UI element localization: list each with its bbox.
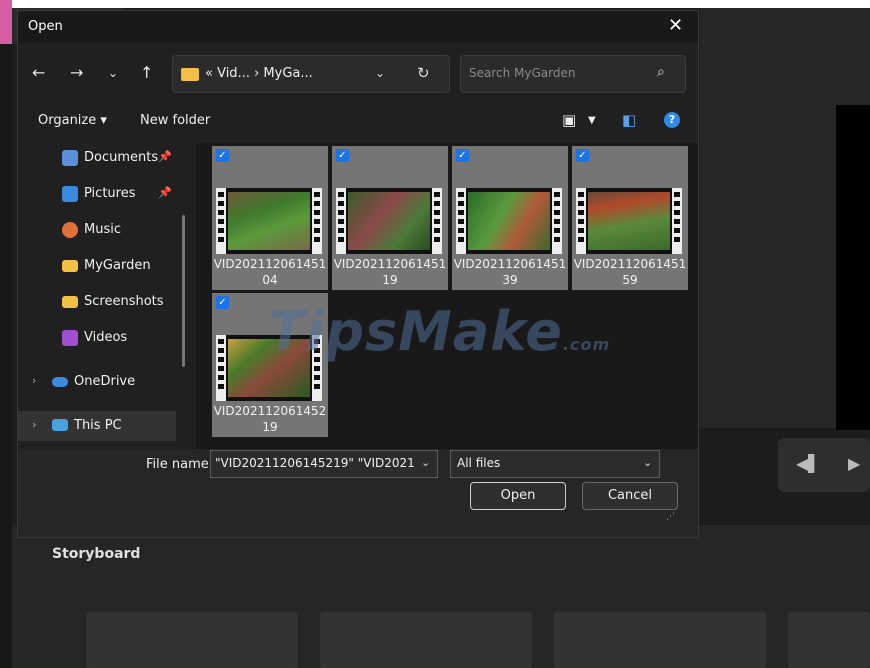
video-thumbnail — [456, 188, 562, 254]
pin-icon: 📌 — [158, 186, 172, 199]
sidebar-item-label: Music — [84, 222, 121, 237]
recent-locations-chevron-icon[interactable]: ⌄ — [108, 66, 118, 80]
sidebar-item-label: Documents — [84, 150, 159, 165]
playback-controls[interactable]: ◀▌ ▶ — [778, 438, 870, 492]
title-bar: Open ✕ — [18, 11, 698, 43]
file-name: VID202112061452 19 — [213, 404, 327, 434]
search-input[interactable]: Search MyGarden ⌕ — [460, 55, 686, 93]
file-name-value[interactable]: "VID20211206145219" "VID2021120 — [215, 456, 415, 470]
music-icon — [62, 222, 78, 238]
folder-icon — [181, 68, 199, 81]
breadcrumb[interactable]: « Vid... › MyGa... — [205, 66, 313, 81]
sidebar-item-onedrive[interactable]: › OneDrive — [18, 367, 176, 397]
storyboard-label: Storyboard — [52, 546, 141, 562]
checkbox-checked-icon[interactable]: ✓ — [336, 149, 349, 162]
chevron-down-icon[interactable]: ⌄ — [643, 456, 652, 469]
view-mode-icon[interactable]: ▣ — [562, 111, 576, 129]
up-button[interactable]: ↑ — [140, 63, 153, 82]
sidebar-item-music[interactable]: Music — [18, 215, 176, 245]
cloud-icon — [52, 377, 68, 387]
cancel-button[interactable]: Cancel — [582, 482, 678, 510]
storyboard-slot[interactable] — [554, 612, 766, 668]
video-thumbnail — [576, 188, 682, 254]
open-button[interactable]: Open — [470, 482, 566, 510]
previous-frame-icon[interactable]: ◀▌ — [796, 454, 821, 473]
file-name: VID202112061451 19 — [333, 257, 447, 287]
search-icon[interactable]: ⌕ — [657, 64, 665, 80]
sidebar-scrollbar[interactable] — [182, 215, 185, 367]
file-name: VID202112061451 59 — [573, 257, 687, 287]
file-tile[interactable]: ✓ VID202112061451 04 — [212, 146, 328, 290]
search-placeholder: Search MyGarden — [469, 66, 576, 80]
video-thumbnail — [336, 188, 442, 254]
video-thumbnail — [216, 188, 322, 254]
sidebar-item-label: This PC — [74, 418, 122, 433]
computer-icon — [52, 419, 68, 431]
sidebar-item-pictures[interactable]: Pictures 📌 — [18, 179, 176, 209]
sidebar-item-label: MyGarden — [84, 258, 151, 273]
checkbox-checked-icon[interactable]: ✓ — [216, 296, 229, 309]
file-name-input[interactable]: "VID20211206145219" "VID2021120 ⌄ — [210, 450, 438, 478]
address-bar[interactable]: « Vid... › MyGa... ⌄ ↻ — [172, 55, 450, 93]
folder-icon — [62, 296, 78, 308]
address-dropdown-icon[interactable]: ⌄ — [375, 66, 385, 80]
videos-icon — [62, 330, 78, 346]
chevron-down-icon[interactable]: ⌄ — [421, 456, 430, 469]
view-dropdown-icon[interactable]: ▼ — [588, 115, 596, 126]
close-button[interactable]: ✕ — [668, 15, 683, 36]
file-name: VID202112061451 39 — [453, 257, 567, 287]
back-button[interactable]: ← — [32, 63, 45, 82]
checkbox-checked-icon[interactable]: ✓ — [576, 149, 589, 162]
video-preview — [836, 105, 870, 430]
sidebar-item-mygarden[interactable]: MyGarden — [18, 251, 176, 281]
sidebar-item-label: Screenshots — [84, 294, 164, 309]
chevron-right-icon[interactable]: › — [32, 374, 36, 387]
sidebar-item-screenshots[interactable]: Screenshots — [18, 287, 176, 317]
refresh-icon[interactable]: ↻ — [417, 64, 430, 82]
sidebar-item-label: OneDrive — [74, 374, 136, 389]
play-icon[interactable]: ▶ — [848, 454, 860, 473]
sidebar-item-this-pc[interactable]: › This PC — [18, 411, 176, 441]
file-tile[interactable]: ✓ VID202112061451 39 — [452, 146, 568, 290]
storyboard-slot[interactable] — [788, 612, 870, 668]
pin-icon: 📌 — [158, 150, 172, 163]
storyboard-slot[interactable] — [86, 612, 298, 668]
help-icon[interactable]: ? — [664, 112, 680, 128]
file-list: ✓ VID202112061451 04 ✓ VID202112061451 1… — [196, 143, 698, 449]
documents-icon — [62, 150, 78, 166]
file-type-select[interactable]: All files ⌄ — [450, 450, 660, 478]
sidebar-item-videos[interactable]: Videos — [18, 323, 176, 353]
preview-pane-icon[interactable]: ◧ — [622, 111, 636, 129]
resize-grip-icon[interactable]: ⋰ — [666, 512, 675, 522]
chevron-right-icon[interactable]: › — [32, 418, 36, 431]
file-tile[interactable]: ✓ VID202112061451 59 — [572, 146, 688, 290]
app-accent-tab — [0, 0, 12, 44]
navigation-pane: Documents 📌 Pictures 📌 Music MyGarden Sc… — [18, 143, 190, 449]
watermark: TipsMake.com — [268, 300, 611, 363]
checkbox-checked-icon[interactable]: ✓ — [216, 149, 229, 162]
organize-menu[interactable]: Organize ▾ — [38, 113, 107, 128]
checkbox-checked-icon[interactable]: ✓ — [456, 149, 469, 162]
pictures-icon — [62, 186, 78, 202]
file-name: VID202112061451 04 — [213, 257, 327, 287]
dialog-title: Open — [28, 19, 63, 34]
app-left-edge — [0, 44, 12, 668]
file-name-label: File name: — [146, 457, 214, 472]
forward-button[interactable]: → — [70, 63, 83, 82]
new-folder-button[interactable]: New folder — [140, 113, 210, 128]
sidebar-item-documents[interactable]: Documents 📌 — [18, 143, 176, 173]
sidebar-item-label: Pictures — [84, 186, 136, 201]
file-type-value: All files — [457, 456, 501, 470]
folder-icon — [62, 260, 78, 272]
storyboard-slot[interactable] — [320, 612, 532, 668]
sidebar-item-label: Videos — [84, 330, 128, 345]
file-tile[interactable]: ✓ VID202112061451 19 — [332, 146, 448, 290]
top-strip — [0, 0, 870, 8]
